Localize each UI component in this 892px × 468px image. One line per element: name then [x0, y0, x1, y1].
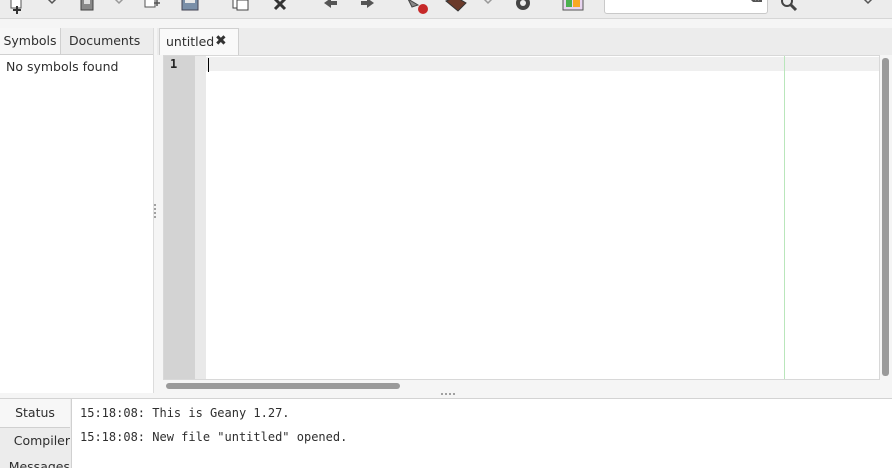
- sidebar-resize-handle[interactable]: [154, 204, 158, 218]
- overflow-chevron-icon[interactable]: [862, 0, 874, 10]
- tab-documents[interactable]: Documents: [69, 28, 140, 54]
- toolbar: [0, 0, 892, 19]
- status-log-line: 15:18:08: This is Geany 1.27.: [80, 406, 290, 420]
- message-window: Status Compiler Messages 15:18:08: This …: [0, 398, 892, 468]
- tab-compiler[interactable]: Compiler: [0, 429, 70, 453]
- gear-icon[interactable]: [512, 0, 534, 15]
- line-number-gutter: 1: [164, 56, 195, 379]
- clear-search-icon[interactable]: [747, 0, 763, 7]
- sidebar: Symbols Documents No symbols found: [0, 28, 154, 393]
- search-input[interactable]: [604, 0, 768, 14]
- tab-status[interactable]: Status: [0, 399, 70, 428]
- search-icon[interactable]: [778, 0, 800, 15]
- navigate-back-icon[interactable]: [320, 0, 340, 15]
- new-file-icon[interactable]: [8, 0, 28, 15]
- build-icon[interactable]: [444, 0, 468, 15]
- tab-untitled[interactable]: untitled ✖: [159, 28, 239, 55]
- editor-tabs: untitled ✖: [157, 28, 892, 55]
- close-file-icon[interactable]: [270, 0, 290, 15]
- message-window-tabs: Status Compiler Messages: [0, 399, 72, 468]
- tab-label: untitled: [166, 34, 215, 49]
- horizontal-scrollbar-thumb[interactable]: [166, 383, 400, 389]
- chevron-down-icon[interactable]: [46, 0, 58, 10]
- line-number: 1: [170, 57, 178, 71]
- text-caret: [208, 58, 209, 72]
- long-line-marker: [784, 56, 785, 379]
- close-tab-icon[interactable]: ✖: [215, 33, 227, 49]
- open-file-icon[interactable]: [77, 0, 97, 15]
- chevron-down-icon[interactable]: [113, 0, 125, 10]
- save-all-icon[interactable]: [180, 0, 202, 15]
- symbols-empty-message: No symbols found: [6, 59, 119, 74]
- compile-icon[interactable]: [406, 0, 430, 15]
- editor-area[interactable]: 1: [163, 55, 880, 380]
- current-line-highlight: [206, 57, 879, 71]
- navigate-forward-icon[interactable]: [358, 0, 378, 15]
- vertical-scrollbar-thumb[interactable]: [882, 58, 889, 376]
- revert-icon[interactable]: [230, 0, 252, 15]
- tab-symbols[interactable]: Symbols: [0, 28, 61, 54]
- color-chooser-icon[interactable]: [561, 0, 585, 15]
- chevron-down-icon[interactable]: [482, 0, 494, 10]
- geany-window: Symbols Documents No symbols found untit…: [0, 0, 892, 468]
- fold-margin[interactable]: [195, 56, 206, 379]
- status-log-line: 15:18:08: New file "untitled" opened.: [80, 430, 348, 444]
- sidebar-tabs: Symbols Documents: [0, 28, 153, 55]
- tab-messages[interactable]: Messages: [0, 457, 70, 468]
- save-file-icon[interactable]: [142, 0, 164, 15]
